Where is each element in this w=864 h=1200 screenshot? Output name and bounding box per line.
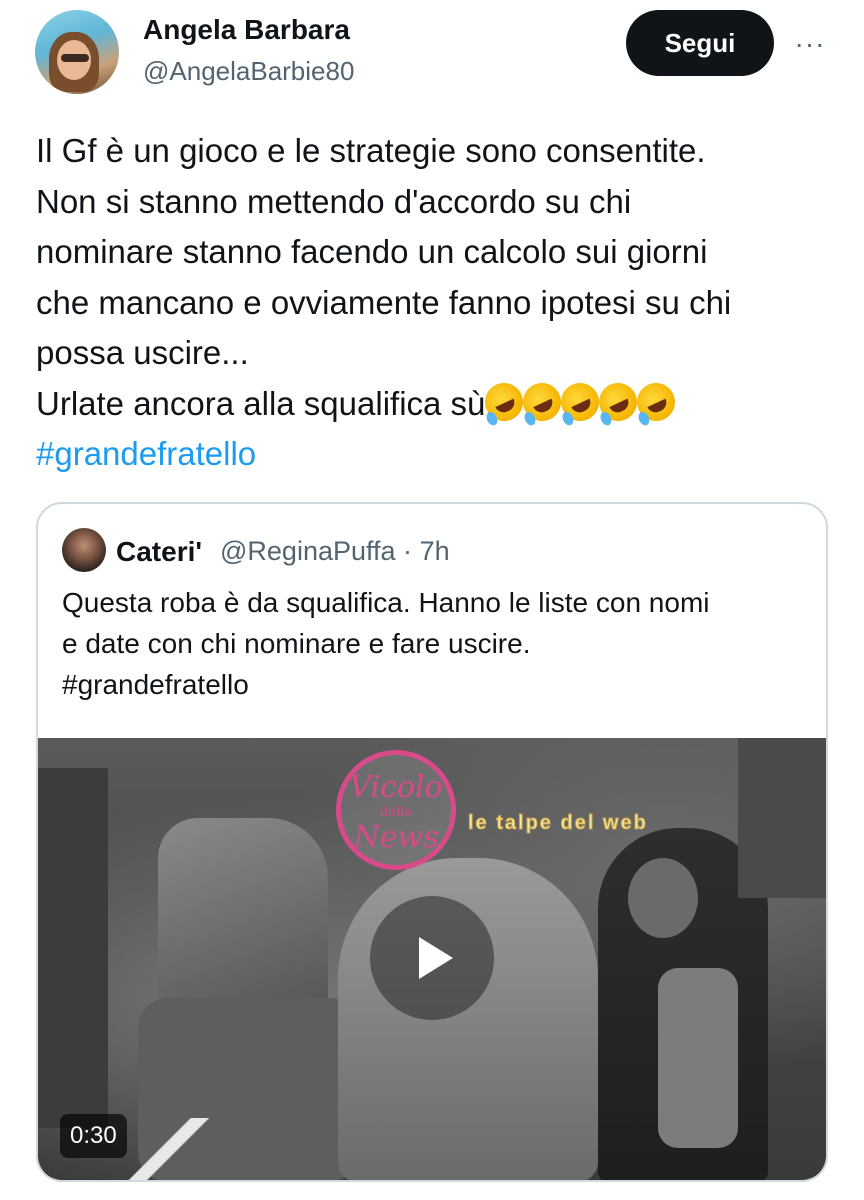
quoted-hashtag[interactable]: #grandefratello: [62, 664, 812, 705]
tweet-text: Il Gf è un gioco e le strategie sono con…: [36, 126, 836, 480]
author-name[interactable]: Angela Barbara: [143, 14, 350, 46]
quoted-author-name[interactable]: Cateri': [116, 536, 202, 568]
quoted-text: Questa roba è da squalifica. Hanno le li…: [62, 582, 812, 705]
author-handle[interactable]: @AngelaBarbie80: [143, 56, 354, 87]
tweet-line: che mancano e ovviamente fanno ipotesi s…: [36, 283, 732, 321]
avatar[interactable]: [35, 10, 119, 94]
watermark-text: le talpe del web: [468, 812, 648, 835]
tweet-line: Non si stanno mettendo d'accordo su chi: [36, 182, 632, 220]
tweet-line-with-emoji: Urlate ancora alla squalifica sù: [36, 376, 836, 430]
quoted-author-handle[interactable]: @ReginaPuffa: [220, 536, 396, 566]
video-duration: 0:30: [60, 1114, 127, 1158]
tweet-card: Angela Barbara @AngelaBarbie80 Segui ···…: [0, 0, 864, 1200]
quoted-avatar[interactable]: [62, 528, 106, 572]
play-button[interactable]: [370, 896, 494, 1020]
tweet-line: possa uscire...: [36, 334, 249, 371]
video-player[interactable]: Vicolo delle News le talpe del web 0:30: [38, 738, 826, 1180]
quoted-line: Questa roba è da squalifica. Hanno le li…: [62, 587, 710, 618]
quoted-meta: @ReginaPuffa · 7h: [220, 536, 450, 567]
tweet-line: Il Gf è un gioco e le strategie sono con…: [36, 132, 706, 169]
tweet-line: nominare stanno facendo un calcolo sui g…: [36, 233, 708, 270]
play-icon: [419, 937, 453, 979]
meta-separator: ·: [403, 536, 413, 566]
watermark-logo: Vicolo delle News: [336, 750, 456, 870]
quoted-tweet[interactable]: Cateri' @ReginaPuffa · 7h Questa roba è …: [36, 502, 828, 1182]
follow-button[interactable]: Segui: [626, 10, 774, 76]
quoted-timestamp[interactable]: 7h: [420, 536, 450, 566]
quoted-line: e date con chi nominare e fare uscire.: [62, 628, 531, 659]
more-options-icon[interactable]: ···: [792, 26, 828, 62]
hashtag-link[interactable]: #grandefratello: [36, 429, 836, 480]
rolling-on-the-floor-laughing-icon: [631, 376, 682, 427]
